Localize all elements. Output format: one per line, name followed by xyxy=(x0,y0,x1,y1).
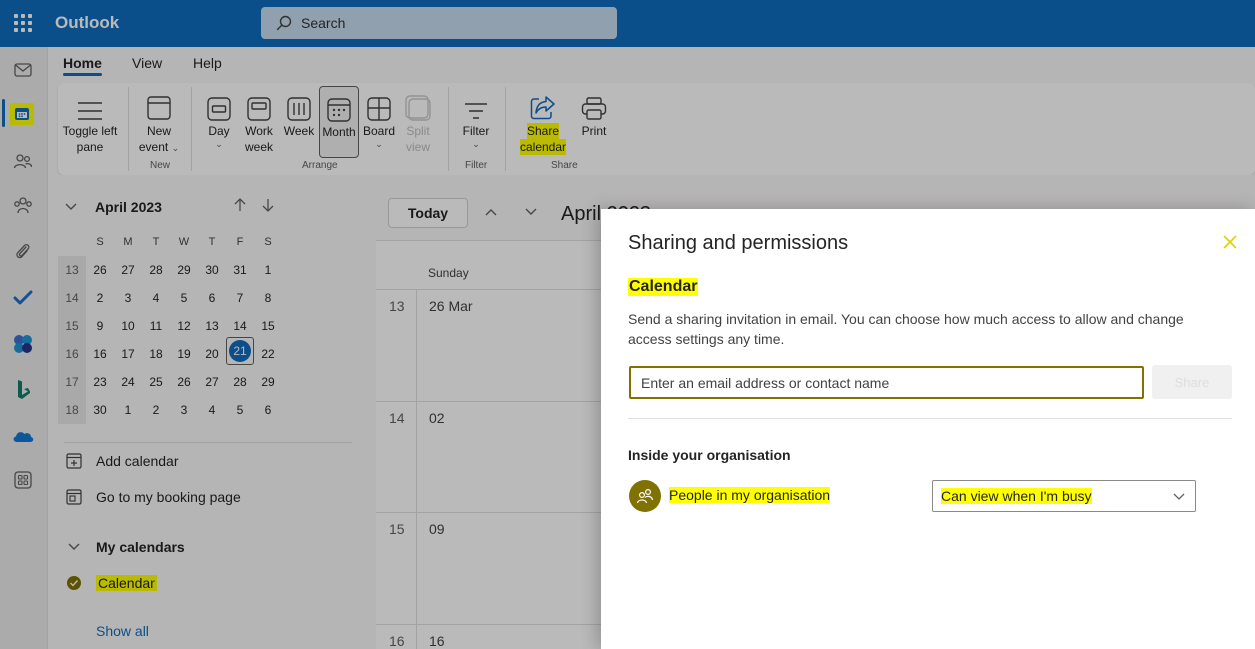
email-field[interactable] xyxy=(629,366,1144,399)
permission-value: Can view when I'm busy xyxy=(941,488,1092,504)
sharing-dialog: Sharing and permissions Calendar Send a … xyxy=(601,209,1255,649)
dialog-title: Sharing and permissions xyxy=(628,232,849,254)
dialog-calendar-name: Calendar xyxy=(628,278,699,296)
organisation-name: People in my organisation xyxy=(669,487,831,503)
share-button[interactable]: Share xyxy=(1152,365,1232,399)
chevron-down-icon xyxy=(1173,493,1185,500)
close-icon[interactable] xyxy=(1219,231,1241,253)
dialog-divider xyxy=(628,418,1232,419)
organisation-avatar xyxy=(629,480,661,512)
permission-dropdown[interactable]: Can view when I'm busy xyxy=(932,480,1196,512)
people-icon xyxy=(636,488,654,504)
inside-organisation-label: Inside your organisation xyxy=(628,447,791,463)
dialog-description: Send a sharing invitation in email. You … xyxy=(628,311,1184,347)
